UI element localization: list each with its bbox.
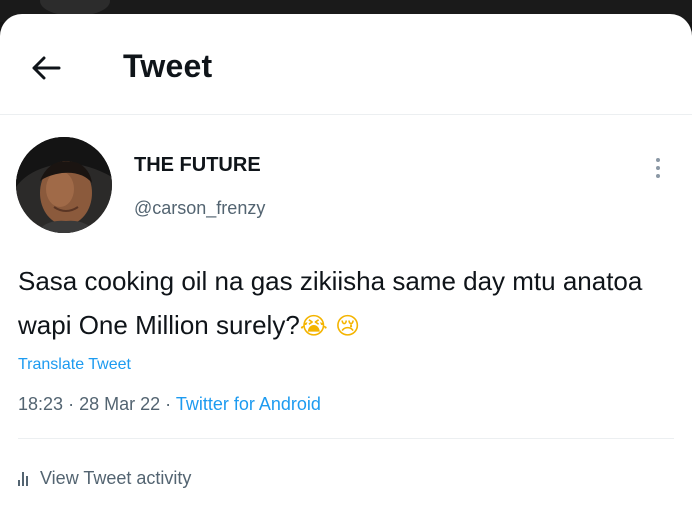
avatar-image [16,137,112,233]
tweet-body: Sasa cooking oil na gas zikiisha same da… [18,266,643,340]
tweet-header: Tweet [0,14,692,115]
avatar[interactable] [16,137,112,233]
meta-separator: · [165,394,172,414]
more-dot-icon [656,158,660,162]
crying-face-emoji: 😭 [299,312,328,340]
back-button[interactable] [28,50,64,86]
tweet-date[interactable]: 28 Mar 22 [79,394,160,414]
meta-separator: · [68,394,75,414]
more-dot-icon [656,174,660,178]
bar-chart-icon [18,471,28,486]
divider [18,438,674,439]
view-activity-button[interactable]: View Tweet activity [18,468,191,489]
author-display-name[interactable]: THE FUTURE [134,154,261,177]
tweet-meta: 18:23 · 28 Mar 22 · Twitter for Android [18,394,321,415]
more-dot-icon [656,166,660,170]
tweet-time[interactable]: 18:23 [18,394,63,414]
more-options-button[interactable] [650,154,666,182]
tweet-source-link[interactable]: Twitter for Android [176,394,321,414]
view-activity-label: View Tweet activity [40,468,192,488]
page-title: Tweet [123,48,213,84]
sad-face-emoji: 😢 [335,312,361,340]
author-handle[interactable]: @carson_frenzy [134,198,265,219]
translate-tweet-link[interactable]: Translate Tweet [18,356,131,374]
tweet-text: Sasa cooking oil na gas zikiisha same da… [18,259,683,348]
tweet-card: Tweet THE FUTURE @carson_frenzy Sasa coo… [0,14,692,515]
arrow-left-icon [32,56,61,80]
